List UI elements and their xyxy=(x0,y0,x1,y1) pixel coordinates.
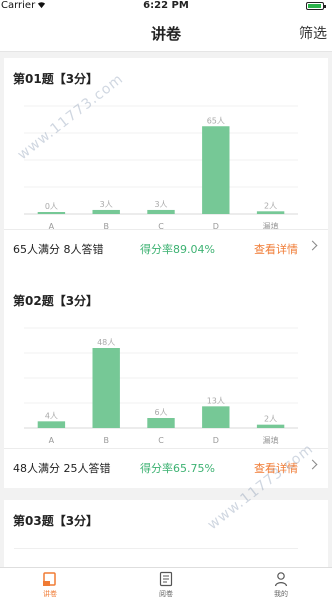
tab-marking[interactable]: 阅卷 xyxy=(136,571,196,599)
question-title: 第02题【3分】 xyxy=(13,294,99,308)
question-list[interactable]: 第01题【3分】 0人 A 3人 B 3人 C 65人 D 2人漏填 65人满分 8人答错 得分… xyxy=(0,53,332,567)
tab-label: 阅卷 xyxy=(159,590,173,598)
data-label: 6人 xyxy=(154,408,167,417)
document-icon xyxy=(159,571,173,587)
tab-lecture[interactable]: 讲卷 xyxy=(20,571,80,599)
bar xyxy=(202,406,230,428)
data-label: 13人 xyxy=(207,396,225,405)
question-footer: 65人满分 8人答错 得分率89.04% 查看详情 xyxy=(4,229,328,265)
tab-bar: 讲卷 阅卷 我的 xyxy=(0,567,332,604)
question-card-2: 第02题【3分】 4人 A 48人 B 6人 C 13人 D 2人漏填 48人满分 25人答错 … xyxy=(4,280,328,488)
status-time: 6:22 PM xyxy=(143,0,189,11)
bar xyxy=(202,126,230,214)
score-stats: 65人满分 8人答错 xyxy=(13,243,104,256)
tab-mine[interactable]: 我的 xyxy=(251,571,311,599)
battery-icon xyxy=(306,2,326,10)
tick-label: C xyxy=(158,436,164,445)
bar xyxy=(92,209,120,214)
data-label: 0人 xyxy=(45,202,58,211)
page-title: 讲卷 xyxy=(150,25,181,43)
bar xyxy=(92,348,120,428)
bar xyxy=(37,212,66,214)
chevron-right-icon[interactable] xyxy=(307,240,318,251)
data-label: 4人 xyxy=(45,411,58,420)
chart-gridline xyxy=(14,548,298,549)
question-title: 第03题【3分】 xyxy=(13,514,99,528)
question-card-3: 第03题【3分】 xyxy=(4,500,328,567)
answer-distribution-chart: 4人 A 48人 B 6人 C 13人 D 2人漏填 xyxy=(24,327,298,445)
filter-button[interactable]: 筛选 xyxy=(299,23,327,43)
tick-label: A xyxy=(49,436,55,445)
bar xyxy=(147,418,175,428)
bar xyxy=(256,211,285,214)
data-label: 65人 xyxy=(207,116,225,125)
status-bar: Carrier 6:22 PM xyxy=(0,0,332,14)
tick-label: B xyxy=(103,436,109,445)
tab-label: 我的 xyxy=(274,590,288,598)
bar xyxy=(37,421,66,428)
data-label: 3人 xyxy=(154,200,167,209)
view-details-link[interactable]: 查看详情 xyxy=(254,460,298,476)
bar xyxy=(256,424,285,428)
score-stats: 48人满分 25人答错 xyxy=(13,462,111,475)
question-footer: 48人满分 25人答错 得分率65.75% 查看详情 xyxy=(4,448,328,484)
score-rate: 得分率65.75% xyxy=(140,462,215,475)
question-title: 第01题【3分】 xyxy=(13,72,99,86)
tick-label: 漏填 xyxy=(263,435,279,445)
chevron-right-icon[interactable] xyxy=(307,459,318,470)
tab-label: 讲卷 xyxy=(43,590,57,598)
data-label: 48人 xyxy=(97,338,115,347)
data-label: 3人 xyxy=(100,200,113,209)
bar xyxy=(147,209,175,214)
lecture-icon xyxy=(43,572,56,586)
view-details-link[interactable]: 查看详情 xyxy=(254,241,298,257)
tick-label: D xyxy=(213,436,219,445)
score-rate: 得分率89.04% xyxy=(140,243,215,256)
data-label: 2人 xyxy=(264,201,277,210)
question-card-1: 第01题【3分】 0人 A 3人 B 3人 C 65人 D 2人 漏填 65人满分 8人答错 得分… xyxy=(4,58,328,291)
data-label: 2人 xyxy=(264,415,277,424)
person-icon xyxy=(274,572,288,587)
nav-bar: 讲卷 筛选 xyxy=(0,14,332,52)
